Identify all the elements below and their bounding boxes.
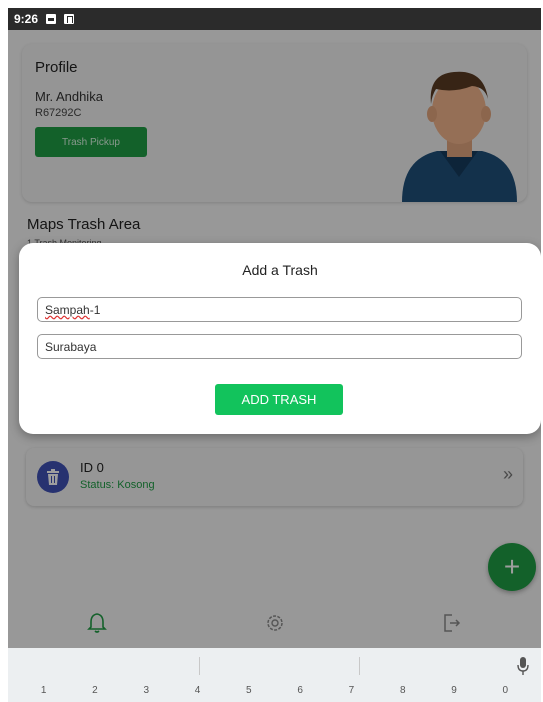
key-2[interactable]: 2 — [92, 685, 98, 702]
key-7[interactable]: 7 — [349, 685, 355, 702]
suggestion-strip — [8, 648, 541, 684]
status-bar: 9:26 — [8, 8, 541, 30]
key-9[interactable]: 9 — [451, 685, 457, 702]
key-3[interactable]: 3 — [143, 685, 149, 702]
trash-name-value-prefix: Sampah — [45, 303, 90, 317]
dialog-title: Add a Trash — [242, 262, 318, 278]
trash-name-value-suffix: -1 — [89, 303, 101, 317]
app-notification-icon — [64, 14, 75, 24]
microphone-icon[interactable] — [517, 657, 529, 675]
trash-name-input[interactable]: Sampah-1 — [37, 297, 522, 322]
key-8[interactable]: 8 — [400, 685, 406, 702]
number-row: 1 2 3 4 5 6 7 8 9 0 — [8, 685, 541, 702]
key-5[interactable]: 5 — [246, 685, 252, 702]
trash-location-value: Surabaya — [45, 340, 97, 354]
gallery-notification-icon — [46, 14, 57, 24]
suggestion-divider — [199, 657, 200, 675]
device-screen: 9:26 Profile Mr. Andhika R67292C Trash P… — [8, 8, 541, 702]
trash-location-input[interactable]: Surabaya — [37, 334, 522, 359]
soft-keyboard: 1 2 3 4 5 6 7 8 9 0 — [8, 648, 541, 702]
key-0[interactable]: 0 — [503, 685, 509, 702]
key-4[interactable]: 4 — [195, 685, 201, 702]
status-time: 9:26 — [14, 12, 39, 26]
add-trash-button[interactable]: ADD TRASH — [215, 384, 343, 415]
suggestion-divider — [359, 657, 360, 675]
key-1[interactable]: 1 — [41, 685, 47, 702]
key-6[interactable]: 6 — [297, 685, 303, 702]
add-trash-dialog: Add a Trash Sampah-1 Surabaya ADD TRASH — [19, 243, 541, 434]
